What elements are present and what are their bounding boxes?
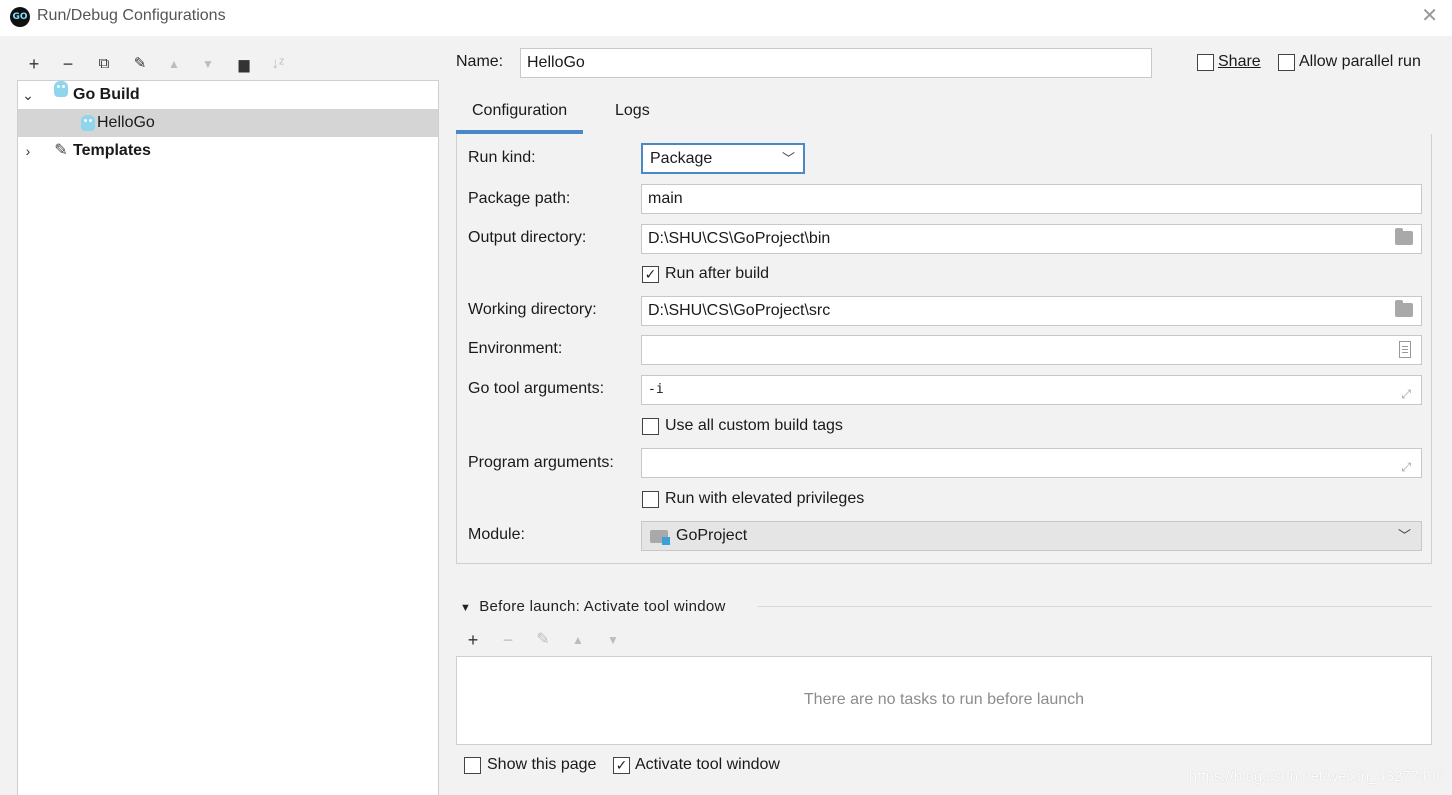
allow-parallel-label: Allow parallel run: [1299, 53, 1421, 70]
tab-logs[interactable]: Logs: [599, 94, 666, 134]
configurations-sidebar: + − ⧉ ✎ ▲ ▼ ▆ ↓ᶻ ⌄ Go Build HelloGo › ✎ …: [0, 36, 440, 795]
program-arguments-label: Program arguments:: [468, 454, 614, 471]
add-icon[interactable]: +: [22, 50, 46, 78]
go-tool-arguments-input[interactable]: -i ⤢: [641, 375, 1422, 405]
document-icon[interactable]: [1399, 341, 1411, 358]
sidebar-toolbar: + − ⧉ ✎ ▲ ▼ ▆ ↓ᶻ: [0, 50, 440, 78]
configuration-editor: Name: Share Allow parallel run Configura…: [440, 36, 1452, 795]
output-directory-label: Output directory:: [468, 229, 587, 246]
show-page-checkbox[interactable]: [464, 757, 481, 774]
move-up-icon[interactable]: ▲: [162, 50, 186, 78]
module-select[interactable]: GoProject ﹀: [641, 521, 1422, 551]
empty-tasks-text: There are no tasks to run before launch: [803, 691, 1085, 708]
activate-tool-window-label: Activate tool window: [635, 756, 780, 773]
before-launch-header[interactable]: ▼ Before launch: Activate tool window: [460, 598, 726, 615]
environment-input[interactable]: [641, 335, 1422, 365]
elevated-privileges-label: Run with elevated privileges: [665, 490, 865, 507]
share-label: Share: [1218, 53, 1261, 70]
configurations-tree: ⌄ Go Build HelloGo › ✎ Templates: [17, 80, 439, 795]
watermark-text: https://blog.csdn.net/weixin_43277406: [1188, 768, 1444, 785]
run-after-build-checkbox[interactable]: ✓: [642, 266, 659, 283]
tree-group-go-build[interactable]: ⌄ Go Build: [18, 81, 438, 109]
window-title: Run/Debug Configurations: [37, 7, 226, 24]
working-directory-label: Working directory:: [468, 301, 597, 318]
copy-icon[interactable]: ⧉: [92, 50, 116, 78]
activate-tool-window-checkbox[interactable]: ✓: [613, 757, 630, 774]
program-arguments-input[interactable]: ⤢: [641, 448, 1422, 478]
go-tool-arguments-value: -i: [648, 382, 664, 397]
go-tool-arguments-label: Go tool arguments:: [468, 380, 605, 397]
before-launch-tasks-list: There are no tasks to run before launch: [456, 656, 1432, 745]
allow-parallel-checkbox[interactable]: [1278, 54, 1295, 71]
show-page-label: Show this page: [487, 756, 597, 773]
package-path-label: Package path:: [468, 190, 571, 207]
collapse-triangle-icon[interactable]: ▼: [460, 602, 471, 614]
run-kind-value: Package: [650, 150, 713, 167]
chevron-down-icon[interactable]: ⌄: [20, 81, 36, 109]
move-down-icon[interactable]: ▼: [196, 50, 220, 78]
expand-icon[interactable]: ⤢: [1401, 380, 1411, 408]
title-bar: GO Run/Debug Configurations ✕: [0, 0, 1452, 36]
move-task-down-icon[interactable]: ▼: [602, 628, 624, 652]
gopher-icon: [81, 115, 95, 131]
section-divider: [758, 606, 1432, 607]
run-kind-label: Run kind:: [468, 149, 536, 166]
environment-label: Environment:: [468, 340, 563, 357]
share-checkbox[interactable]: [1197, 54, 1214, 71]
remove-icon[interactable]: −: [56, 50, 80, 78]
close-icon[interactable]: ✕: [1421, 6, 1438, 26]
before-launch-title: Before launch: Activate tool window: [479, 598, 726, 615]
tree-group-label: Go Build: [73, 86, 140, 103]
package-path-input[interactable]: main: [641, 184, 1422, 214]
tree-item-label: HelloGo: [97, 114, 155, 131]
module-value: GoProject: [676, 527, 748, 544]
working-directory-value: D:\SHU\CS\GoProject\src: [648, 302, 831, 319]
chevron-down-icon: ﹀: [781, 151, 795, 166]
expand-icon[interactable]: ⤢: [1401, 453, 1411, 481]
module-icon: [650, 530, 670, 545]
tree-templates-label: Templates: [73, 142, 151, 159]
tree-group-templates[interactable]: › ✎ Templates: [18, 137, 438, 165]
new-folder-icon[interactable]: ▆: [232, 50, 256, 78]
working-directory-input[interactable]: D:\SHU\CS\GoProject\src: [641, 296, 1422, 326]
sort-icon[interactable]: ↓ᶻ: [266, 50, 290, 78]
module-label: Module:: [468, 526, 525, 543]
run-after-build-label: Run after build: [665, 265, 770, 282]
go-logo-icon: GO: [10, 7, 30, 27]
name-input[interactable]: [520, 48, 1152, 78]
move-task-up-icon[interactable]: ▲: [567, 628, 589, 652]
wrench-icon[interactable]: ✎: [128, 50, 152, 78]
run-kind-select[interactable]: Package ﹀: [641, 143, 805, 174]
folder-icon[interactable]: [1395, 300, 1413, 317]
folder-icon[interactable]: [1395, 228, 1413, 245]
output-directory-value: D:\SHU\CS\GoProject\bin: [648, 230, 831, 247]
tab-configuration[interactable]: Configuration: [456, 94, 584, 134]
gopher-icon: [54, 81, 68, 97]
chevron-right-icon[interactable]: ›: [20, 137, 36, 165]
output-directory-input[interactable]: D:\SHU\CS\GoProject\bin: [641, 224, 1422, 254]
wrench-icon: ✎: [54, 142, 68, 159]
tree-item-hellogo[interactable]: HelloGo: [18, 109, 438, 137]
chevron-down-icon: ﹀: [1397, 528, 1411, 543]
edit-task-icon[interactable]: ✎: [532, 628, 554, 652]
elevated-privileges-checkbox[interactable]: [642, 491, 659, 508]
custom-build-tags-checkbox[interactable]: [642, 418, 659, 435]
remove-task-icon[interactable]: −: [497, 628, 519, 652]
add-task-icon[interactable]: +: [462, 628, 484, 652]
custom-build-tags-label: Use all custom build tags: [665, 417, 843, 434]
name-label: Name:: [456, 53, 504, 70]
